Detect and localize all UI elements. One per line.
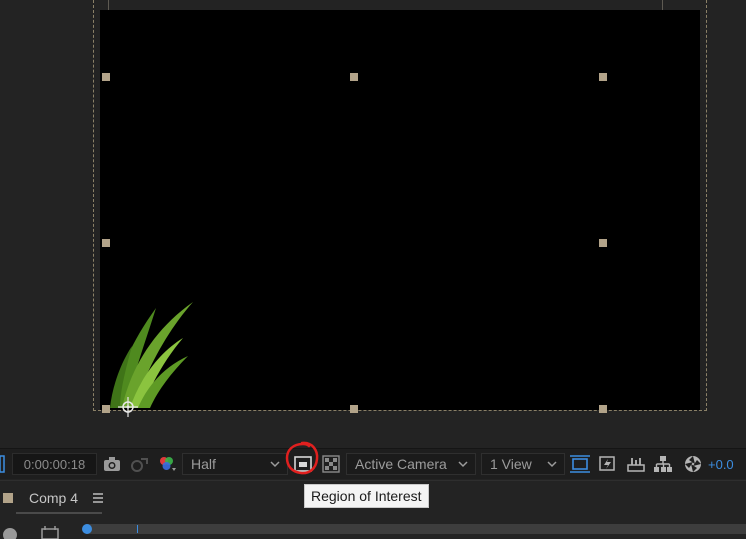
composition-viewer[interactable]: [0, 0, 746, 448]
resolution-value: Half: [191, 456, 216, 472]
camera-dropdown[interactable]: Active Camera: [346, 453, 476, 475]
channel-icon[interactable]: [156, 453, 178, 475]
grass-layer-image[interactable]: [108, 300, 198, 412]
layer-handle[interactable]: [350, 73, 358, 81]
panel-menu-icon[interactable]: [92, 492, 104, 504]
anchor-point-icon[interactable]: [118, 397, 138, 417]
chevron-down-icon: [547, 461, 557, 468]
tooltip: Region of Interest: [304, 484, 429, 508]
work-area-marker: [137, 525, 138, 533]
camera-value: Active Camera: [355, 456, 447, 472]
snapshot-icon[interactable]: [101, 453, 123, 475]
layer-handle[interactable]: [599, 405, 607, 413]
show-snapshot-icon[interactable]: [128, 453, 150, 475]
timeline-icon[interactable]: [625, 453, 647, 475]
resolution-dropdown[interactable]: Half: [182, 453, 288, 475]
always-preview-icon[interactable]: [0, 453, 6, 475]
exposure-value[interactable]: +0.0: [708, 453, 734, 475]
chevron-down-icon: [458, 461, 468, 468]
viewer-toolbar: 0:00:00:18 Half Active Camera 1 View +0.…: [0, 448, 746, 479]
fast-previews-icon[interactable]: [597, 453, 619, 475]
layer-handle[interactable]: [599, 73, 607, 81]
annotation-circle: [285, 441, 319, 475]
label-color-swatch: [3, 493, 13, 503]
chevron-down-icon: [270, 461, 280, 468]
flowchart-icon[interactable]: [652, 453, 674, 475]
tab-label: Comp 4: [29, 490, 79, 506]
transparency-grid-icon[interactable]: [320, 453, 342, 475]
composition-settings-icon[interactable]: [40, 525, 62, 539]
time-navigator-bar[interactable]: [86, 524, 746, 534]
toggle-pixel-aspect-icon[interactable]: [569, 453, 591, 475]
tab-active-indicator: [16, 512, 102, 514]
layer-handle[interactable]: [599, 239, 607, 247]
layer-handle[interactable]: [102, 239, 110, 247]
current-time-display[interactable]: 0:00:00:18: [12, 453, 97, 475]
layer-handle[interactable]: [350, 405, 358, 413]
tooltip-text: Region of Interest: [311, 488, 422, 504]
view-layout-dropdown[interactable]: 1 View: [481, 453, 565, 475]
layer-handle[interactable]: [102, 73, 110, 81]
tab-comp-4[interactable]: Comp 4: [0, 485, 104, 511]
navigator-start-handle[interactable]: [82, 524, 92, 534]
reset-exposure-icon[interactable]: [682, 453, 704, 475]
zoom-icon[interactable]: [0, 525, 18, 539]
view-layout-value: 1 View: [490, 456, 532, 472]
